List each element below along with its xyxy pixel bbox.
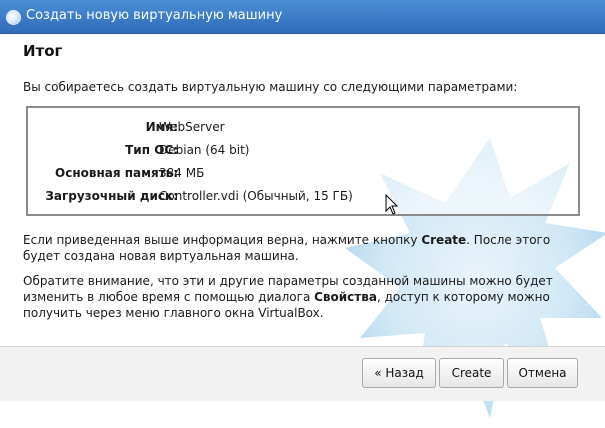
confirm-text-part: Если приведенная выше информация верна, …	[23, 233, 422, 247]
cancel-button[interactable]: Отмена	[507, 358, 578, 388]
wizard-footer: « Назад Create Отмена	[0, 346, 605, 401]
mouse-cursor-icon	[385, 194, 399, 215]
param-row-os-type: Тип ОС: Debian (64 bit)	[28, 143, 580, 161]
note-text-emphasis: Свойства	[314, 290, 377, 304]
summary-box: Имя: WebServer Тип ОС: Debian (64 bit) О…	[26, 106, 580, 216]
param-value: Debian (64 bit)	[159, 143, 250, 157]
note-text: Обратите внимание, что эти и другие пара…	[23, 273, 583, 321]
param-row-name: Имя: WebServer	[28, 120, 580, 138]
create-button[interactable]: Create	[439, 358, 504, 388]
intro-text: Вы собираетесь создать виртуальную машин…	[23, 80, 518, 94]
wizard-content: Вы собираетесь создать виртуальную машин…	[0, 68, 605, 418]
virtualbox-icon	[6, 10, 21, 25]
confirm-text: Если приведенная выше информация верна, …	[23, 232, 583, 264]
param-row-memory: Основная память: 384 МБ	[28, 166, 580, 184]
confirm-text-emphasis: Create	[421, 233, 467, 247]
param-row-boot-disk: Загрузочный диск: Controller.vdi (Обычны…	[28, 189, 580, 207]
window-titlebar[interactable]: Создать новую виртуальную машину	[0, 0, 605, 34]
wizard-header: Итог	[0, 34, 605, 68]
param-value: Controller.vdi (Обычный, 15 ГБ)	[159, 189, 353, 203]
window-title: Создать новую виртуальную машину	[26, 8, 283, 23]
param-value: 384 МБ	[159, 166, 205, 180]
page-title: Итог	[23, 42, 63, 60]
param-value: WebServer	[159, 120, 225, 134]
back-button[interactable]: « Назад	[362, 358, 436, 388]
